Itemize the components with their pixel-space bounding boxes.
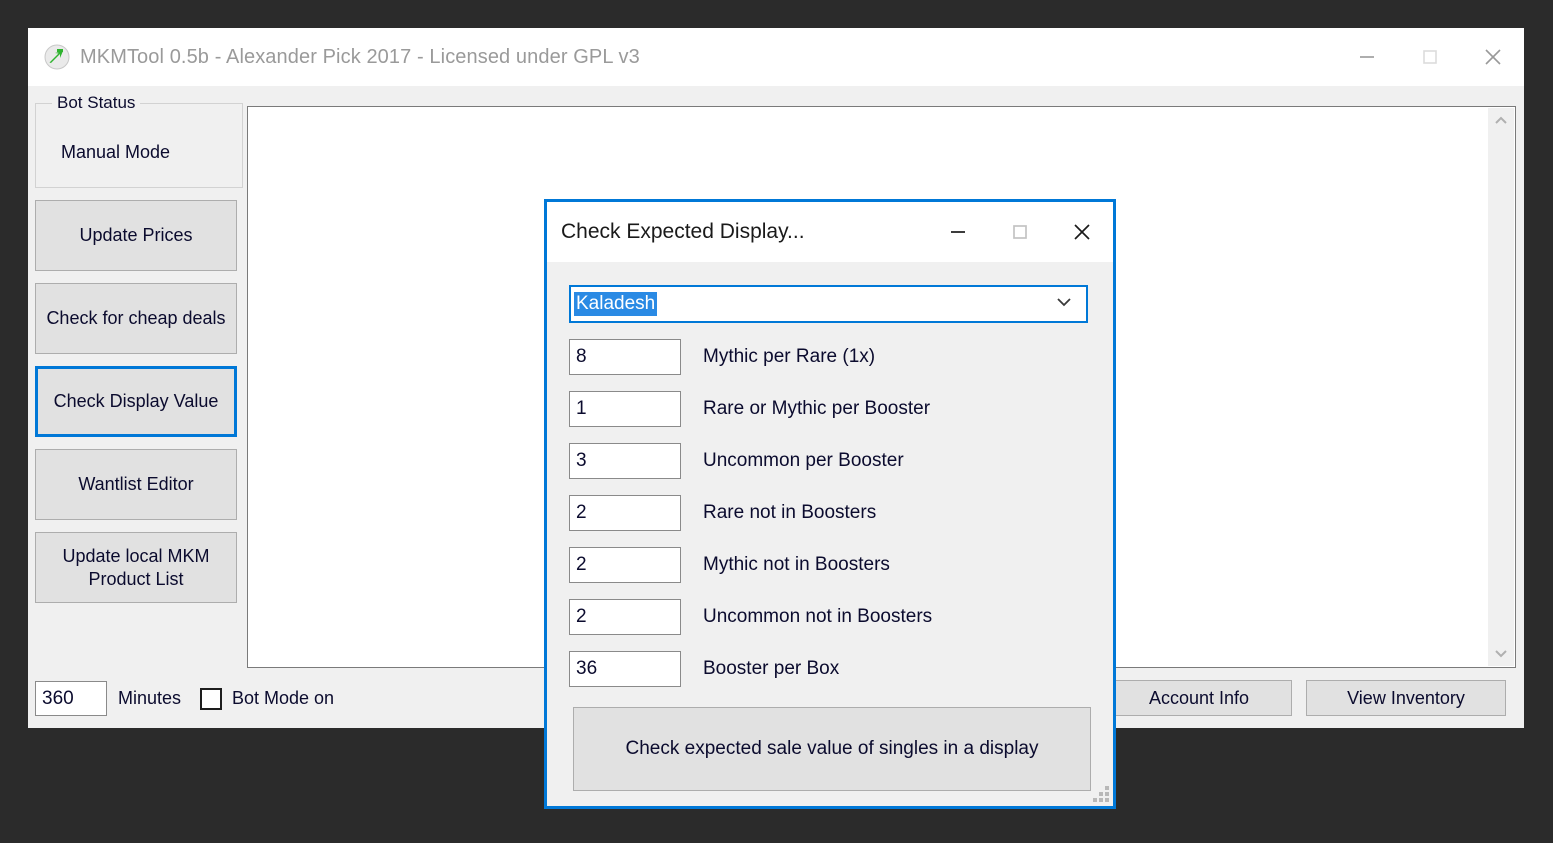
dialog-titlebar[interactable]: Check Expected Display... [547, 202, 1113, 262]
scroll-up-icon[interactable] [1488, 108, 1514, 134]
rare-or-mythic-per-booster-input[interactable]: 1 [569, 391, 681, 427]
mythic-per-rare-input[interactable]: 8 [569, 339, 681, 375]
green-arrow-icon [44, 44, 70, 70]
mythic-per-rare-label: Mythic per Rare (1x) [703, 346, 876, 367]
mythic-not-in-boosters-input[interactable]: 2 [569, 547, 681, 583]
uncommon-not-in-boosters-input[interactable]: 2 [569, 599, 681, 635]
minimize-icon[interactable] [1335, 28, 1398, 86]
field-row-booster-per-box: 36 Booster per Box [569, 651, 839, 687]
view-inventory-button[interactable]: View Inventory [1306, 680, 1506, 716]
dialog-close-icon[interactable] [1051, 202, 1113, 262]
chevron-down-icon[interactable] [1054, 292, 1074, 317]
field-row-rare-or-mythic-per-booster: 1 Rare or Mythic per Booster [569, 391, 930, 427]
window-title: MKMTool 0.5b - Alexander Pick 2017 - Lic… [80, 45, 640, 68]
field-row-uncommon-per-booster: 3 Uncommon per Booster [569, 443, 904, 479]
uncommon-not-in-boosters-label: Uncommon not in Boosters [703, 606, 933, 627]
uncommon-per-booster-label: Uncommon per Booster [703, 450, 904, 471]
bot-mode-checkbox[interactable] [200, 688, 222, 710]
minutes-label: Minutes [118, 688, 182, 708]
account-info-button[interactable]: Account Info [1106, 680, 1292, 716]
field-row-rare-not-in-boosters: 2 Rare not in Boosters [569, 495, 876, 531]
rare-not-in-boosters-label: Rare not in Boosters [703, 502, 877, 523]
booster-per-box-label: Booster per Box [703, 658, 840, 679]
field-row-uncommon-not-in-boosters: 2 Uncommon not in Boosters [569, 599, 932, 635]
mythic-not-in-boosters-label: Mythic not in Boosters [703, 554, 890, 575]
sidebar-item-check-cheap-deals[interactable]: Check for cheap deals [35, 283, 237, 354]
bot-status-legend: Bot Status [52, 93, 141, 113]
bot-status-group: Bot Status Manual Mode [35, 93, 243, 188]
sidebar-item-update-prices[interactable]: Update Prices [35, 200, 237, 271]
set-select[interactable]: Kaladesh [569, 285, 1088, 323]
bot-status-value: Manual Mode [61, 142, 171, 162]
minutes-input[interactable]: 360 [35, 681, 107, 716]
bot-mode-label: Bot Mode on [232, 688, 335, 708]
rare-not-in-boosters-input[interactable]: 2 [569, 495, 681, 531]
maximize-icon[interactable] [1398, 28, 1461, 86]
close-icon[interactable] [1461, 28, 1524, 86]
sidebar: Bot Status Manual Mode Update Prices Che… [35, 93, 243, 603]
sidebar-item-wantlist-editor[interactable]: Wantlist Editor [35, 449, 237, 520]
set-select-value: Kaladesh [574, 292, 658, 316]
uncommon-per-booster-input[interactable]: 3 [569, 443, 681, 479]
dialog-title: Check Expected Display... [561, 220, 805, 243]
sidebar-item-update-local-product-list[interactable]: Update local MKM Product List [35, 532, 237, 603]
rare-or-mythic-per-booster-label: Rare or Mythic per Booster [703, 398, 931, 419]
dialog-minimize-icon[interactable] [927, 202, 989, 262]
window-controls [1335, 28, 1524, 86]
field-row-mythic-not-in-boosters: 2 Mythic not in Boosters [569, 547, 890, 583]
check-expected-sale-value-button[interactable]: Check expected sale value of singles in … [573, 707, 1091, 791]
scroll-down-icon[interactable] [1488, 640, 1514, 666]
dialog-maximize-icon[interactable] [989, 202, 1051, 262]
sidebar-item-check-display-value[interactable]: Check Display Value [35, 366, 237, 437]
booster-per-box-input[interactable]: 36 [569, 651, 681, 687]
dialog-window-controls [927, 202, 1113, 262]
content-scrollbar[interactable] [1488, 108, 1514, 666]
check-expected-display-dialog: Check Expected Display... Kaladesh 8 Myt… [544, 199, 1116, 809]
window-titlebar[interactable]: MKMTool 0.5b - Alexander Pick 2017 - Lic… [28, 28, 1524, 86]
field-row-mythic-per-rare: 8 Mythic per Rare (1x) [569, 339, 875, 375]
resize-grip[interactable] [1093, 786, 1109, 802]
